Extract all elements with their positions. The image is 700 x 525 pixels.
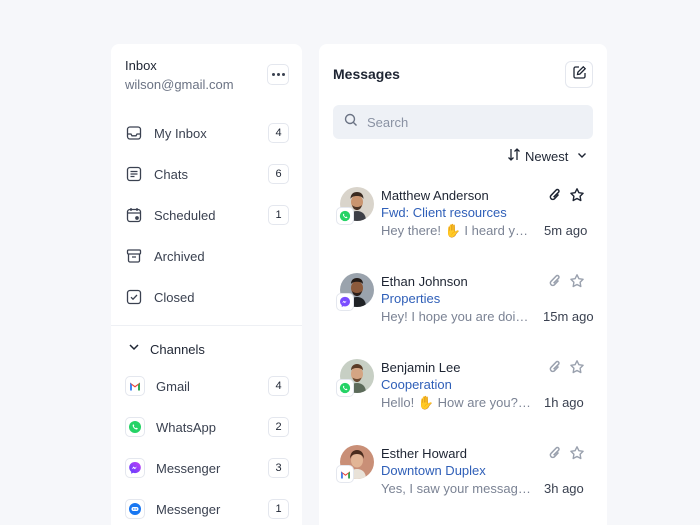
sidebar-item-scheduled[interactable]: Scheduled 1 bbox=[125, 202, 289, 228]
check-square-icon bbox=[125, 288, 143, 306]
gmail-icon bbox=[336, 465, 354, 483]
star-icon[interactable] bbox=[569, 359, 585, 380]
sidebar-item-archived[interactable]: Archived bbox=[125, 243, 289, 269]
search-icon bbox=[344, 113, 358, 132]
more-options-button[interactable] bbox=[267, 64, 289, 85]
sort-icon bbox=[507, 148, 521, 164]
sidebar-item-my-inbox[interactable]: My Inbox 4 bbox=[125, 120, 289, 146]
sidebar-item-label: Archived bbox=[154, 248, 205, 264]
message-preview: Yes, I saw your message about... bbox=[381, 481, 533, 496]
message-item[interactable]: Matthew Anderson Fwd: Client resources H… bbox=[319, 187, 607, 257]
channel-item-messenger[interactable]: Messenger 3 bbox=[125, 455, 289, 481]
star-icon[interactable] bbox=[569, 273, 585, 294]
message-subject: Fwd: Client resources bbox=[381, 205, 507, 220]
star-icon[interactable] bbox=[569, 445, 585, 466]
messenger-icon bbox=[125, 458, 145, 478]
whatsapp-icon bbox=[336, 379, 354, 397]
sidebar-item-label: Closed bbox=[154, 289, 195, 305]
message-time: 3h ago bbox=[544, 481, 584, 496]
messenger-blue-icon bbox=[125, 499, 145, 519]
whatsapp-icon bbox=[336, 207, 354, 225]
count-badge: 6 bbox=[268, 164, 289, 184]
count-badge: 1 bbox=[268, 205, 289, 225]
message-time: 5m ago bbox=[544, 223, 588, 238]
message-item[interactable]: Ethan Johnson Properties Hey! I hope you… bbox=[319, 273, 607, 343]
count-badge: 3 bbox=[268, 458, 289, 478]
calendar-icon bbox=[125, 206, 143, 224]
chevron-down-icon bbox=[127, 340, 141, 359]
whatsapp-icon bbox=[125, 417, 145, 437]
sender-name: Ethan Johnson bbox=[381, 274, 468, 289]
channel-label: WhatsApp bbox=[156, 419, 216, 435]
channel-item-messenger-blue[interactable]: Messenger 1 bbox=[125, 496, 289, 522]
messages-title: Messages bbox=[333, 66, 400, 82]
account-title: Inbox bbox=[125, 58, 157, 73]
channel-item-gmail[interactable]: Gmail 4 bbox=[125, 373, 289, 399]
compose-button[interactable] bbox=[565, 61, 593, 88]
attachment-icon[interactable] bbox=[548, 445, 562, 466]
search-input[interactable] bbox=[367, 114, 567, 130]
message-subject: Downtown Duplex bbox=[381, 463, 486, 478]
channel-label: Messenger bbox=[156, 460, 221, 476]
channel-item-whatsapp[interactable]: WhatsApp 2 bbox=[125, 414, 289, 440]
count-badge: 4 bbox=[268, 123, 289, 143]
count-badge: 1 bbox=[268, 499, 289, 519]
message-subject: Cooperation bbox=[381, 377, 452, 392]
chat-icon bbox=[125, 165, 143, 183]
star-icon[interactable] bbox=[569, 187, 585, 208]
gmail-icon bbox=[125, 376, 145, 396]
messenger-icon bbox=[336, 293, 354, 311]
channel-label: Gmail bbox=[156, 378, 190, 394]
sender-name: Matthew Anderson bbox=[381, 188, 489, 203]
sidebar-item-label: Scheduled bbox=[154, 207, 216, 223]
message-preview: Hey! I hope you are doing well... bbox=[381, 309, 533, 324]
count-badge: 4 bbox=[268, 376, 289, 396]
inbox-icon bbox=[125, 124, 143, 142]
channels-toggle[interactable]: Channels bbox=[127, 340, 205, 359]
compose-icon bbox=[572, 65, 587, 85]
search-bar bbox=[333, 105, 593, 139]
divider bbox=[111, 325, 302, 326]
sort-dropdown[interactable]: Newest bbox=[507, 148, 588, 164]
inbox-sidebar: Inbox wilson@gmail.com My Inbox 4 Chats … bbox=[111, 44, 302, 525]
attachment-icon[interactable] bbox=[548, 187, 562, 208]
sender-name: Esther Howard bbox=[381, 446, 467, 461]
message-preview: Hey there! ✋ I heard you are... bbox=[381, 223, 533, 238]
sidebar-item-chats[interactable]: Chats 6 bbox=[125, 161, 289, 187]
chevron-down-icon bbox=[576, 149, 588, 164]
account-email: wilson@gmail.com bbox=[125, 77, 234, 92]
message-time: 1h ago bbox=[544, 395, 584, 410]
sort-label: Newest bbox=[525, 148, 569, 164]
messages-panel: Messages Newest Matthew Anderson Fwd: Cl… bbox=[319, 44, 607, 525]
sender-name: Benjamin Lee bbox=[381, 360, 461, 375]
count-badge: 2 bbox=[268, 417, 289, 437]
message-preview: Hello! ✋ How are you? I wanted... bbox=[381, 395, 533, 410]
channels-title: Channels bbox=[150, 342, 205, 357]
sidebar-item-label: Chats bbox=[154, 166, 188, 182]
channel-label: Messenger bbox=[156, 501, 221, 517]
archive-icon bbox=[125, 247, 143, 265]
sidebar-item-closed[interactable]: Closed bbox=[125, 284, 289, 310]
attachment-icon[interactable] bbox=[548, 273, 562, 294]
attachment-icon[interactable] bbox=[548, 359, 562, 380]
message-subject: Properties bbox=[381, 291, 441, 306]
message-item[interactable]: Esther Howard Downtown Duplex Yes, I saw… bbox=[319, 445, 607, 515]
message-item[interactable]: Benjamin Lee Cooperation Hello! ✋ How ar… bbox=[319, 359, 607, 429]
message-time: 15m ago bbox=[543, 309, 594, 324]
sidebar-item-label: My Inbox bbox=[154, 125, 207, 141]
